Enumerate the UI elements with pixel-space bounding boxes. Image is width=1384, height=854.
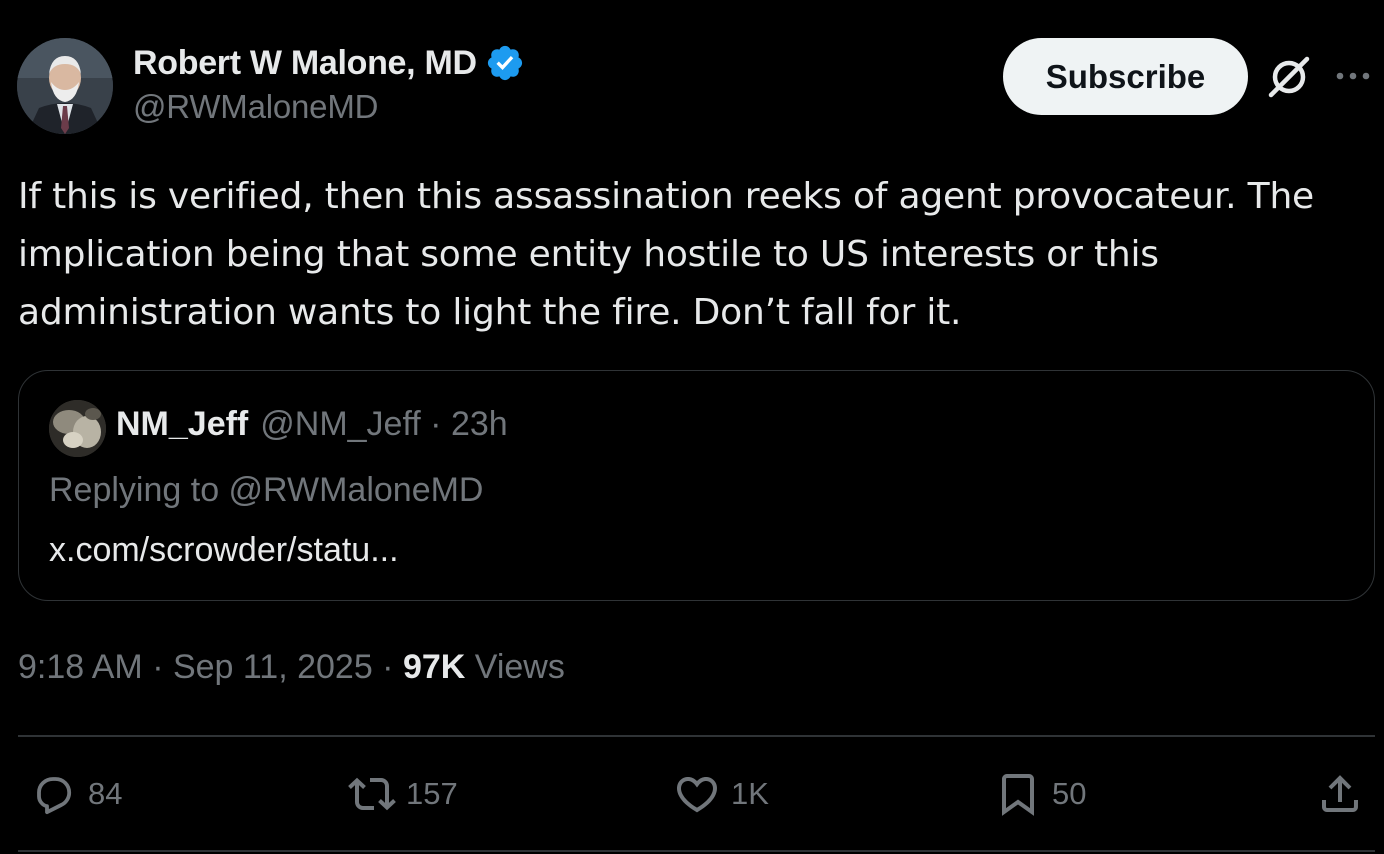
bookmark-button[interactable]: 50: [994, 770, 1086, 818]
author-name-row[interactable]: Robert W Malone, MD: [133, 40, 525, 86]
quoted-link[interactable]: x.com/scrowder/statu...: [49, 531, 399, 570]
share-icon: [1322, 775, 1358, 812]
quoted-author-meta[interactable]: @NM_Jeff · 23h: [260, 405, 507, 444]
verified-badge-icon[interactable]: [485, 43, 525, 83]
bookmark-icon: [1002, 774, 1034, 816]
quoted-header: NM_Jeff @NM_Jeff · 23h: [116, 405, 508, 444]
quoted-author-name[interactable]: NM_Jeff: [116, 405, 248, 444]
reply-count: 84: [88, 776, 123, 811]
tweet-text: If this is verified, then this assassina…: [18, 176, 1315, 333]
author-avatar[interactable]: [17, 38, 113, 134]
author-avatar-image: [17, 38, 113, 134]
repost-button[interactable]: 157: [348, 770, 458, 818]
author-handle[interactable]: @RWMaloneMD: [133, 88, 378, 126]
subscribe-button[interactable]: Subscribe: [1003, 38, 1248, 115]
views-label: Views: [465, 648, 565, 686]
heart-icon: [676, 777, 718, 813]
tweet-meta-row: 9:18 AM · Sep 11, 2025 · 97K Views: [18, 648, 565, 687]
like-count: 1K: [731, 776, 769, 811]
divider-top: [18, 735, 1375, 737]
quoted-replying-to: Replying to @RWMaloneMD: [49, 471, 484, 509]
like-button[interactable]: 1K: [673, 770, 769, 818]
reply-button[interactable]: 84: [30, 770, 122, 818]
divider-bottom: [18, 850, 1375, 852]
tweet-page: Robert W Malone, MD @RWMaloneMD Subscrib…: [0, 0, 1384, 854]
share-button[interactable]: [1316, 770, 1374, 818]
quoted-author-avatar[interactable]: [49, 400, 106, 457]
repost-count: 157: [406, 776, 458, 811]
views-count: 97K: [402, 648, 466, 686]
grok-slash-icon[interactable]: [1265, 55, 1313, 99]
more-dots-icon[interactable]: [1334, 66, 1374, 86]
author-name[interactable]: Robert W Malone, MD: [133, 44, 477, 83]
quoted-avatar-image: [49, 400, 106, 457]
bookmark-count: 50: [1052, 776, 1087, 811]
repost-icon: [348, 777, 396, 811]
tweet-timestamp[interactable]: 9:18 AM · Sep 11, 2025 ·: [18, 648, 403, 686]
quoted-tweet-card[interactable]: NM_Jeff @NM_Jeff · 23h Replying to @RWMa…: [18, 370, 1375, 601]
reply-icon: [37, 777, 72, 815]
